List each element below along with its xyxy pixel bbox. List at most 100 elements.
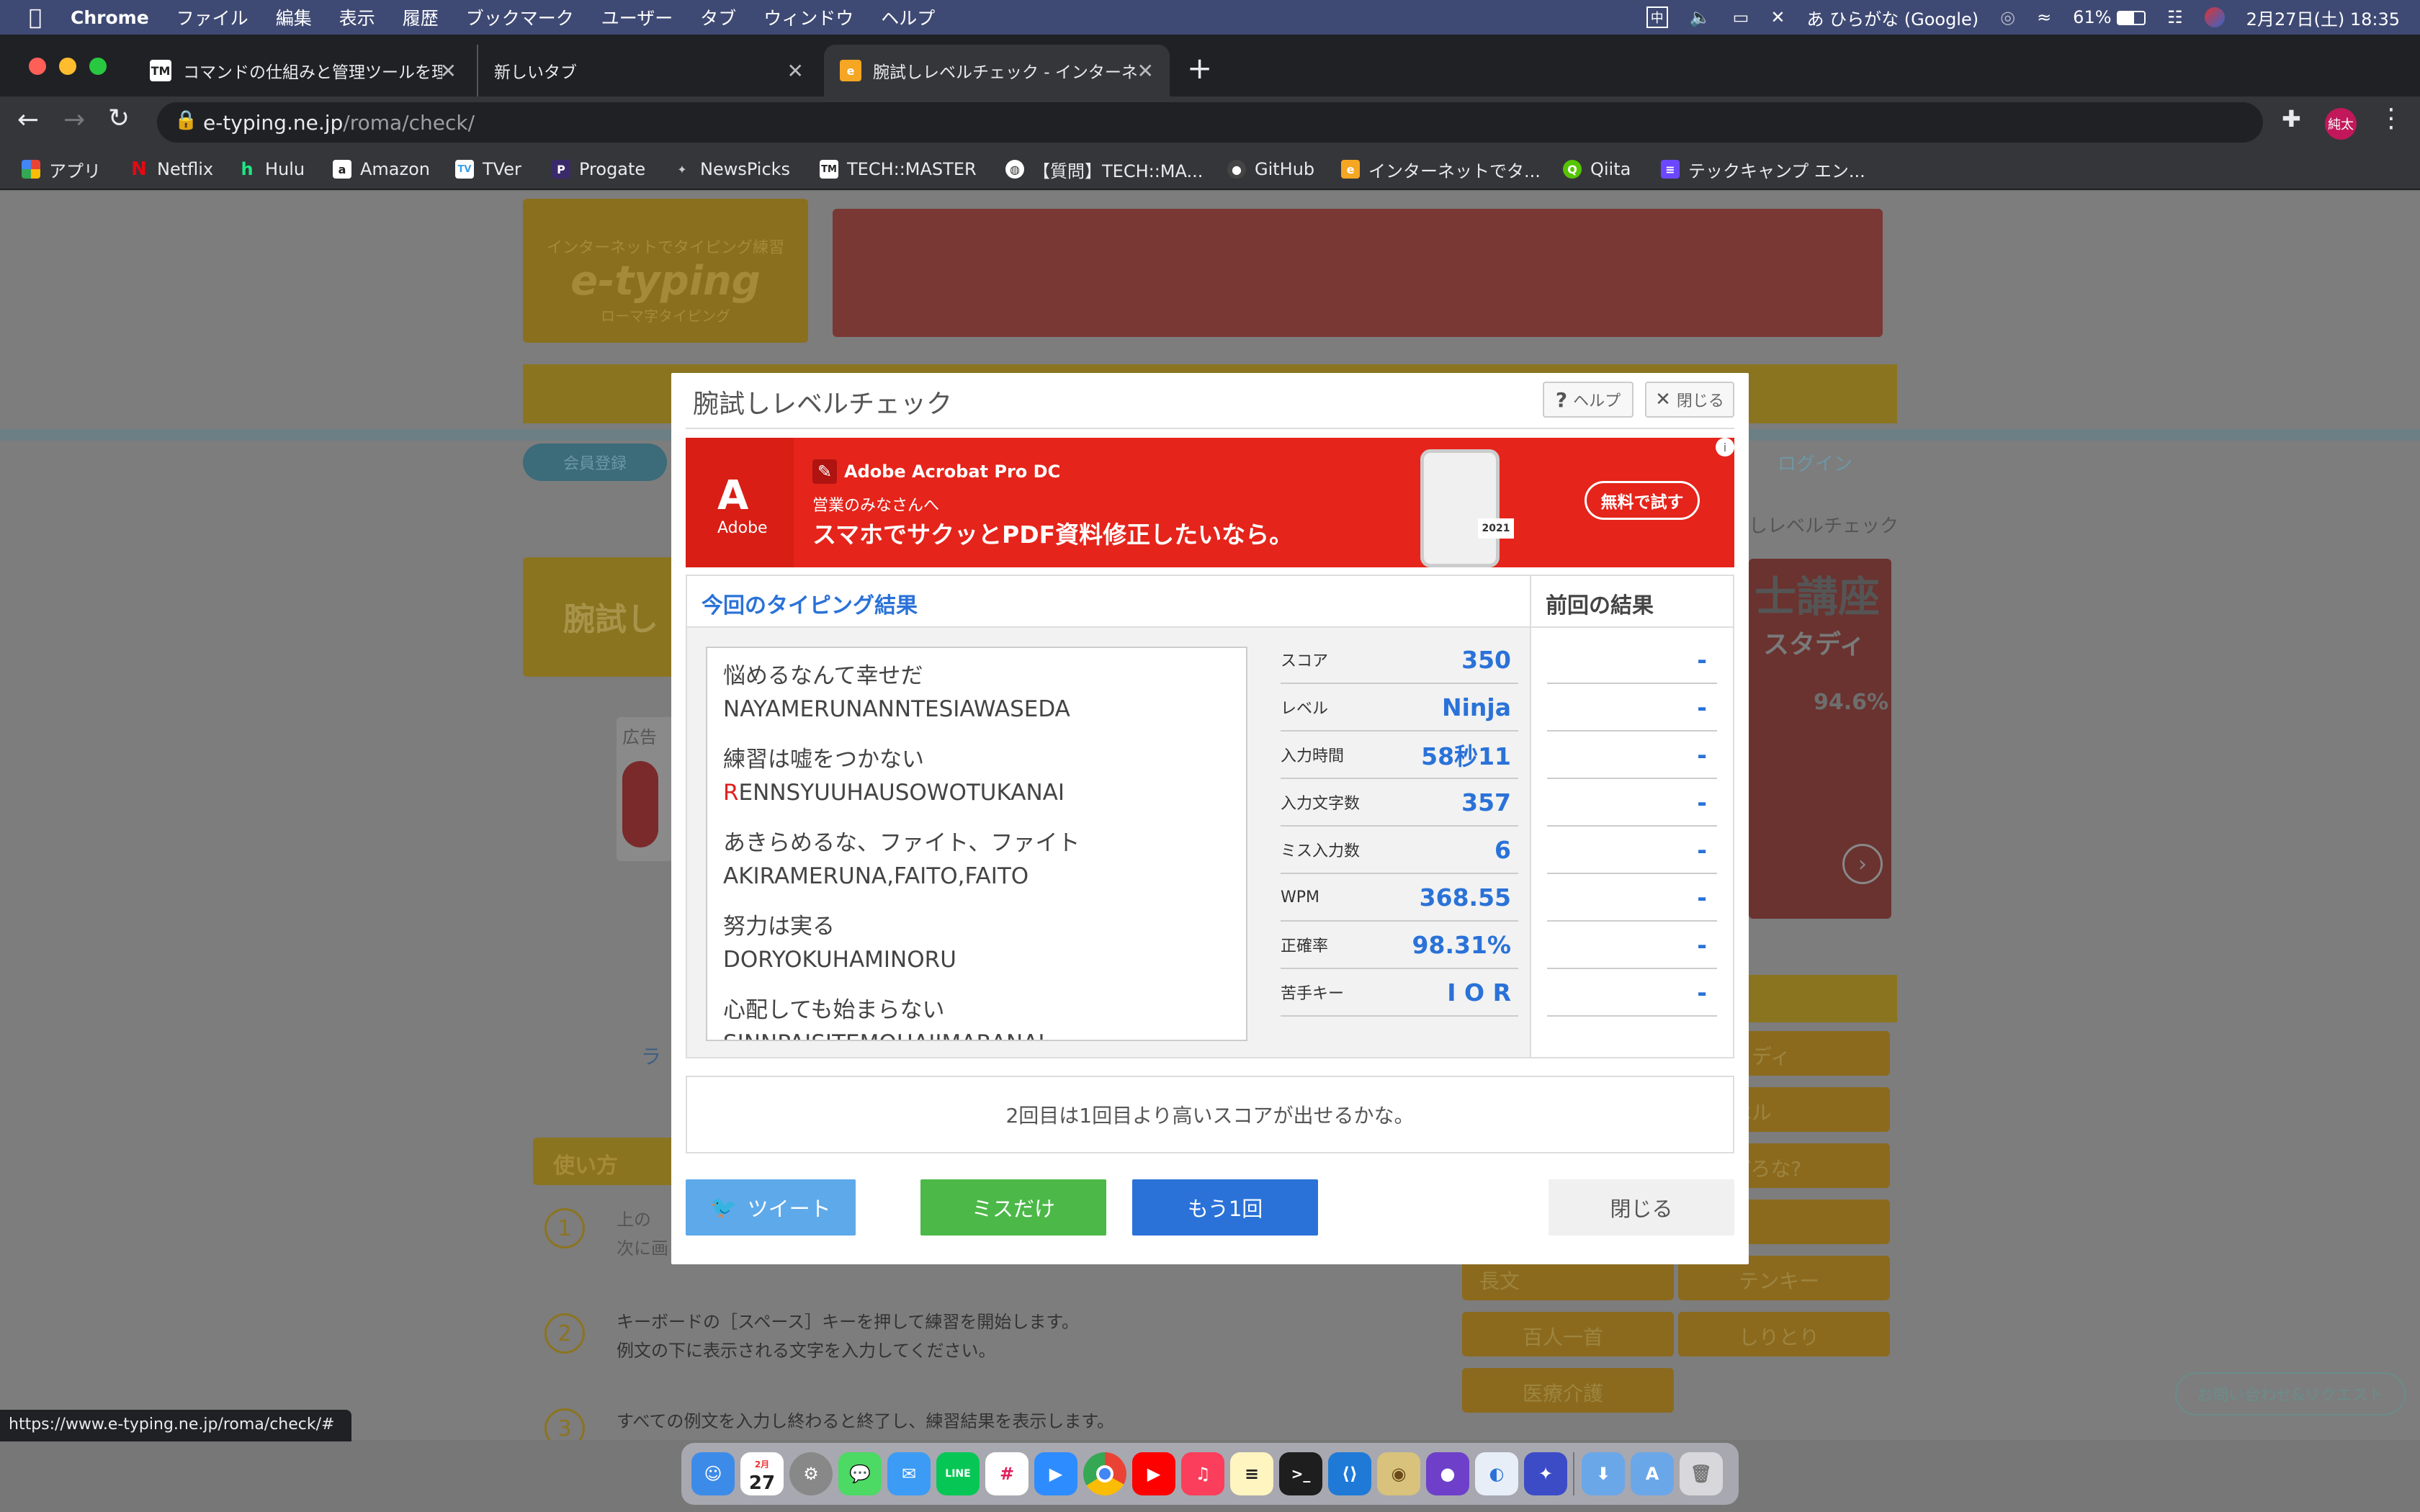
terminal-icon[interactable]: >_: [1279, 1452, 1322, 1495]
tweet-button[interactable]: 🐦 ツイート: [686, 1179, 856, 1236]
trash-icon[interactable]: 🗑: [1680, 1452, 1723, 1495]
chrome-icon[interactable]: [1083, 1452, 1126, 1495]
lock-icon[interactable]: 🔒: [174, 109, 197, 131]
miss-only-button[interactable]: ミスだけ: [920, 1179, 1106, 1236]
menu-history[interactable]: 履歴: [403, 4, 439, 30]
bookmark-apps[interactable]: アプリ: [22, 156, 101, 183]
address-bar[interactable]: 🔒 e-typing.ne.jp/roma/check/: [157, 102, 2263, 143]
contact-request-button[interactable]: お問い合わせ&リクエスト: [2175, 1372, 2406, 1416]
bookmark-newspicks[interactable]: ✦ NewsPicks: [673, 156, 790, 183]
ad-free-trial-button[interactable]: 無料で試す: [1585, 481, 1700, 520]
menu-file[interactable]: ファイル: [176, 4, 248, 30]
side-menu-medical[interactable]: 医療介護: [1462, 1368, 1674, 1413]
sentence-item: 努力は実る DORYOKUHAMINORU: [723, 910, 1246, 976]
new-tab-plus-icon[interactable]: +: [1187, 50, 1212, 86]
calendar-icon[interactable]: 2月 27: [740, 1452, 784, 1495]
menu-view[interactable]: 表示: [339, 4, 375, 30]
window-zoom-icon[interactable]: [89, 58, 107, 75]
ime-status[interactable]: あ ひらがな (Google): [1806, 5, 1978, 30]
help-button[interactable]: ? ヘルプ: [1543, 382, 1634, 418]
ad-info-icon[interactable]: i: [1716, 438, 1734, 456]
ranking-link-fragment[interactable]: ラ: [641, 1041, 661, 1070]
bookmark-tver[interactable]: TV TVer: [455, 156, 521, 183]
menu-app-name[interactable]: Chrome: [71, 7, 149, 28]
airdrop-icon[interactable]: ◎: [2000, 7, 2015, 27]
app-icon[interactable]: ✦: [1524, 1452, 1567, 1495]
battery-status[interactable]: 61%: [2073, 7, 2146, 27]
retry-button[interactable]: もう1回: [1132, 1179, 1318, 1236]
display-icon[interactable]: ▭: [1733, 7, 1749, 27]
side-menu-hyakunin[interactable]: 百人一首: [1462, 1312, 1674, 1356]
close-tab-icon[interactable]: ✕: [440, 59, 457, 83]
youtube-icon[interactable]: ▶: [1132, 1452, 1175, 1495]
adobe-banner-ad[interactable]: A Adobe ✎ Adobe Acrobat Pro DC 営業のみなさんへ ス…: [686, 438, 1734, 567]
bookmark-techmaster[interactable]: TM TECH::MASTER: [820, 156, 977, 183]
slack-icon[interactable]: #: [985, 1452, 1028, 1495]
applications-folder-icon[interactable]: A: [1631, 1452, 1674, 1495]
background-banner-ad[interactable]: [833, 209, 1883, 337]
messages-icon[interactable]: 💬: [838, 1452, 882, 1495]
close-button[interactable]: 閉じる: [1549, 1179, 1734, 1236]
reload-icon[interactable]: ↻: [108, 104, 130, 133]
finder-icon[interactable]: ☺: [691, 1452, 735, 1495]
bookmark-netflix[interactable]: N Netflix: [130, 156, 213, 183]
menu-edit[interactable]: 編集: [276, 4, 312, 30]
bookmark-etyping[interactable]: e インターネットでタ...: [1341, 156, 1541, 183]
menu-clock[interactable]: 2月27日(土) 18:35: [2246, 5, 2400, 30]
chevron-right-icon[interactable]: ›: [1842, 844, 1883, 884]
previous-stats-column: - - - - - - - -: [1530, 628, 1733, 1057]
close-label: 閉じる: [1676, 392, 1724, 410]
github-desktop-icon[interactable]: ●: [1426, 1452, 1469, 1495]
bookmark-amazon[interactable]: a Amazon: [333, 156, 430, 183]
vscode-icon[interactable]: ⟨⟩: [1328, 1452, 1371, 1495]
music-icon[interactable]: ♫: [1181, 1452, 1224, 1495]
window-close-icon[interactable]: [29, 58, 46, 75]
close-tab-icon[interactable]: ✕: [787, 59, 804, 83]
menu-help[interactable]: ヘルプ: [881, 4, 935, 30]
system-preferences-icon[interactable]: ⚙: [789, 1452, 833, 1495]
bookmark-progate[interactable]: P Progate: [552, 156, 645, 183]
menu-bookmarks[interactable]: ブックマーク: [466, 4, 574, 30]
close-tab-icon[interactable]: ✕: [1137, 59, 1154, 83]
wifi-icon[interactable]: ≈: [2037, 7, 2051, 27]
techcamp-icon: ≡: [1661, 160, 1680, 179]
side-menu-shiritori[interactable]: しりとり: [1678, 1312, 1890, 1356]
forward-arrow-icon[interactable]: →: [63, 105, 85, 135]
edge-like-icon[interactable]: ◐: [1475, 1452, 1518, 1495]
window-minimize-icon[interactable]: [59, 58, 76, 75]
tab-new-tab[interactable]: 新しいタブ ✕: [477, 45, 820, 96]
downloads-folder-icon[interactable]: ⬇: [1582, 1452, 1625, 1495]
zoom-icon[interactable]: ▶: [1034, 1452, 1077, 1495]
side-ad[interactable]: 士講座 スタディ 94.6% ›: [1749, 559, 1891, 919]
bookmark-techcamp[interactable]: ≡ テックキャンプ エン...: [1661, 156, 1865, 183]
apple-menu-icon[interactable]: : [29, 5, 42, 30]
bookmark-github[interactable]: ● GitHub: [1227, 156, 1314, 183]
chrome-menu-icon[interactable]: ⋮: [2378, 104, 2404, 133]
back-arrow-icon[interactable]: ←: [17, 105, 39, 135]
site-logo[interactable]: インターネットでタイピング練習 e-typing ローマ字タイピング: [523, 199, 808, 343]
bluetooth-icon[interactable]: ✕: [1770, 7, 1785, 27]
siri-icon[interactable]: [2204, 7, 2225, 27]
member-register-button[interactable]: 会員登録: [523, 444, 667, 481]
menu-tab[interactable]: タブ: [700, 4, 736, 30]
menu-window[interactable]: ウィンドウ: [763, 4, 853, 30]
bookmark-question[interactable]: ◍ 【質問】TECH::MA...: [1005, 156, 1203, 183]
tab-etyping-active[interactable]: e 腕試しレベルチェック - インターネ ✕: [824, 45, 1170, 96]
notes-icon[interactable]: ≡: [1230, 1452, 1273, 1495]
typed-sentences-list[interactable]: 悩めるなんて幸せだ NAYAMERUNANNTESIAWASEDA 練習は嘘をつ…: [706, 647, 1247, 1041]
volume-icon[interactable]: 🔈: [1690, 7, 1711, 27]
login-link[interactable]: ログイン: [1743, 444, 1887, 481]
input-source-icon[interactable]: 中: [1646, 6, 1668, 28]
profile-avatar[interactable]: 純太: [2325, 108, 2357, 140]
bookmark-hulu[interactable]: h Hulu: [238, 156, 305, 183]
bookmark-label: TECH::MASTER: [847, 159, 977, 179]
bookmark-qiita[interactable]: Q Qiita: [1563, 156, 1631, 183]
line-icon[interactable]: LINE: [936, 1452, 980, 1495]
extensions-puzzle-icon[interactable]: ✚: [2282, 105, 2301, 132]
tab-commands[interactable]: TM コマンドの仕組みと管理ツールを理 ✕: [134, 45, 472, 96]
mail-icon[interactable]: ✉: [887, 1452, 931, 1495]
dialog-close-button[interactable]: ✕ 閉じる: [1645, 382, 1734, 418]
control-center-icon[interactable]: ☷: [2167, 7, 2183, 27]
sequel-pro-icon[interactable]: ◉: [1377, 1452, 1420, 1495]
menu-users[interactable]: ユーザー: [601, 4, 673, 30]
